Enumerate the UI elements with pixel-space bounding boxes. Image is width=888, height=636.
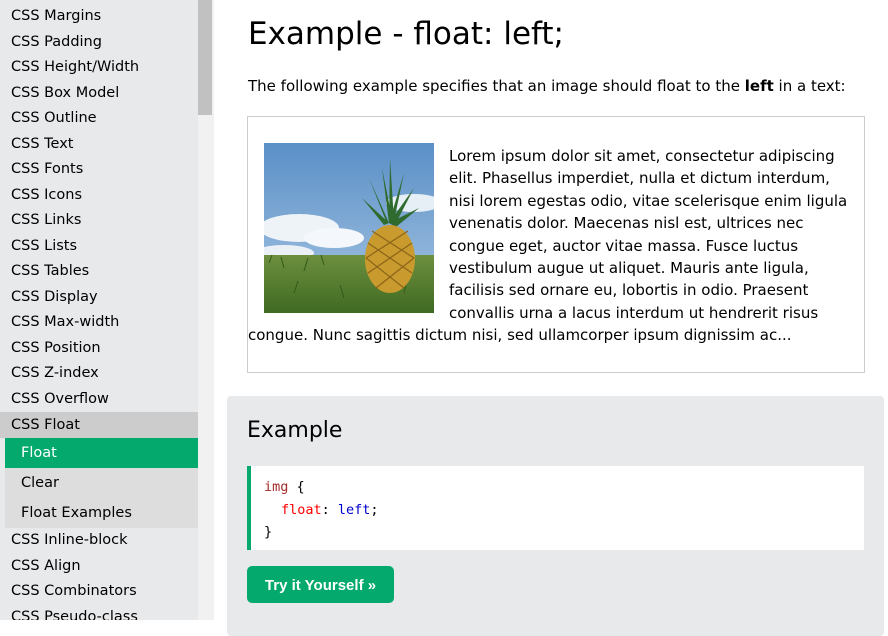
sidebar-item-css-box-model[interactable]: CSS Box Model <box>0 81 198 107</box>
sidebar-item-css-max-width[interactable]: CSS Max-width <box>0 310 198 336</box>
code-colon: : <box>321 501 338 518</box>
pineapple-image <box>264 143 434 313</box>
sidebar-item-css-margins[interactable]: CSS Margins <box>0 4 198 30</box>
float-demo-box: Lorem ipsum dolor sit amet, consectetur … <box>247 116 865 373</box>
sidebar-item-css-lists[interactable]: CSS Lists <box>0 234 198 260</box>
sidebar-item-css-inline-block[interactable]: CSS Inline-block <box>0 528 198 554</box>
main-content: Example - float: left; The following exa… <box>214 0 888 636</box>
code-value: left <box>337 501 371 518</box>
code-line-1: img { <box>264 476 864 499</box>
sidebar-item-css-outline[interactable]: CSS Outline <box>0 106 198 132</box>
sidebar-scrollbar[interactable] <box>198 0 214 620</box>
sidebar: CSS Margins CSS Padding CSS Height/Width CS… <box>0 0 198 620</box>
try-it-yourself-button[interactable]: Try it Yourself » <box>247 566 394 603</box>
intro-text-start: The following example specifies that an … <box>248 77 745 95</box>
sidebar-item-css-combinators[interactable]: CSS Combinators <box>0 579 198 605</box>
code-close-brace: } <box>264 524 273 540</box>
intro-text-bold: left <box>744 77 774 95</box>
intro-text: The following example specifies that an … <box>248 77 846 95</box>
sidebar-item-css-pseudo-class[interactable]: CSS Pseudo-class <box>0 605 198 621</box>
code-example: img { float: left; } <box>247 466 864 550</box>
example-heading: Example <box>247 418 343 443</box>
code-line-3: } <box>264 521 864 544</box>
sidebar-item-css-display[interactable]: CSS Display <box>0 285 198 311</box>
code-semicolon: ; <box>370 501 379 518</box>
sidebar-item-css-padding[interactable]: CSS Padding <box>0 30 198 56</box>
code-selector: img <box>264 479 289 495</box>
sidebar-item-css-align[interactable]: CSS Align <box>0 554 198 580</box>
code-property: float <box>281 501 322 518</box>
example-panel: Example img { float: left; } Try it Your… <box>227 396 884 636</box>
sidebar-item-css-z-index[interactable]: CSS Z-index <box>0 361 198 387</box>
sidebar-subnav: Float Clear Float Examples <box>5 438 198 528</box>
sidebar-item-css-float[interactable]: CSS Float <box>0 412 198 438</box>
page-title: Example - float: left; <box>248 16 564 52</box>
sidebar-item-css-tables[interactable]: CSS Tables <box>0 259 198 285</box>
sidebar-item-css-icons[interactable]: CSS Icons <box>0 183 198 209</box>
sidebar-item-css-text[interactable]: CSS Text <box>0 132 198 158</box>
sidebar-list: CSS Margins CSS Padding CSS Height/Width CS… <box>0 4 198 620</box>
sidebar-item-css-position[interactable]: CSS Position <box>0 336 198 362</box>
scrollbar-thumb[interactable] <box>198 0 212 115</box>
sidebar-subitem-float[interactable]: Float <box>5 438 198 468</box>
sidebar-item-css-overflow[interactable]: CSS Overflow <box>0 387 198 413</box>
sidebar-subitem-clear[interactable]: Clear <box>5 468 198 498</box>
code-open-brace: { <box>288 479 305 495</box>
sidebar-item-css-fonts[interactable]: CSS Fonts <box>0 157 198 183</box>
sidebar-item-css-links[interactable]: CSS Links <box>0 208 198 234</box>
intro-text-end: in a text: <box>773 77 846 95</box>
code-line-2: float: left; <box>264 499 864 522</box>
sidebar-item-css-height-width[interactable]: CSS Height/Width <box>0 55 198 81</box>
sidebar-subitem-float-examples[interactable]: Float Examples <box>5 498 198 528</box>
